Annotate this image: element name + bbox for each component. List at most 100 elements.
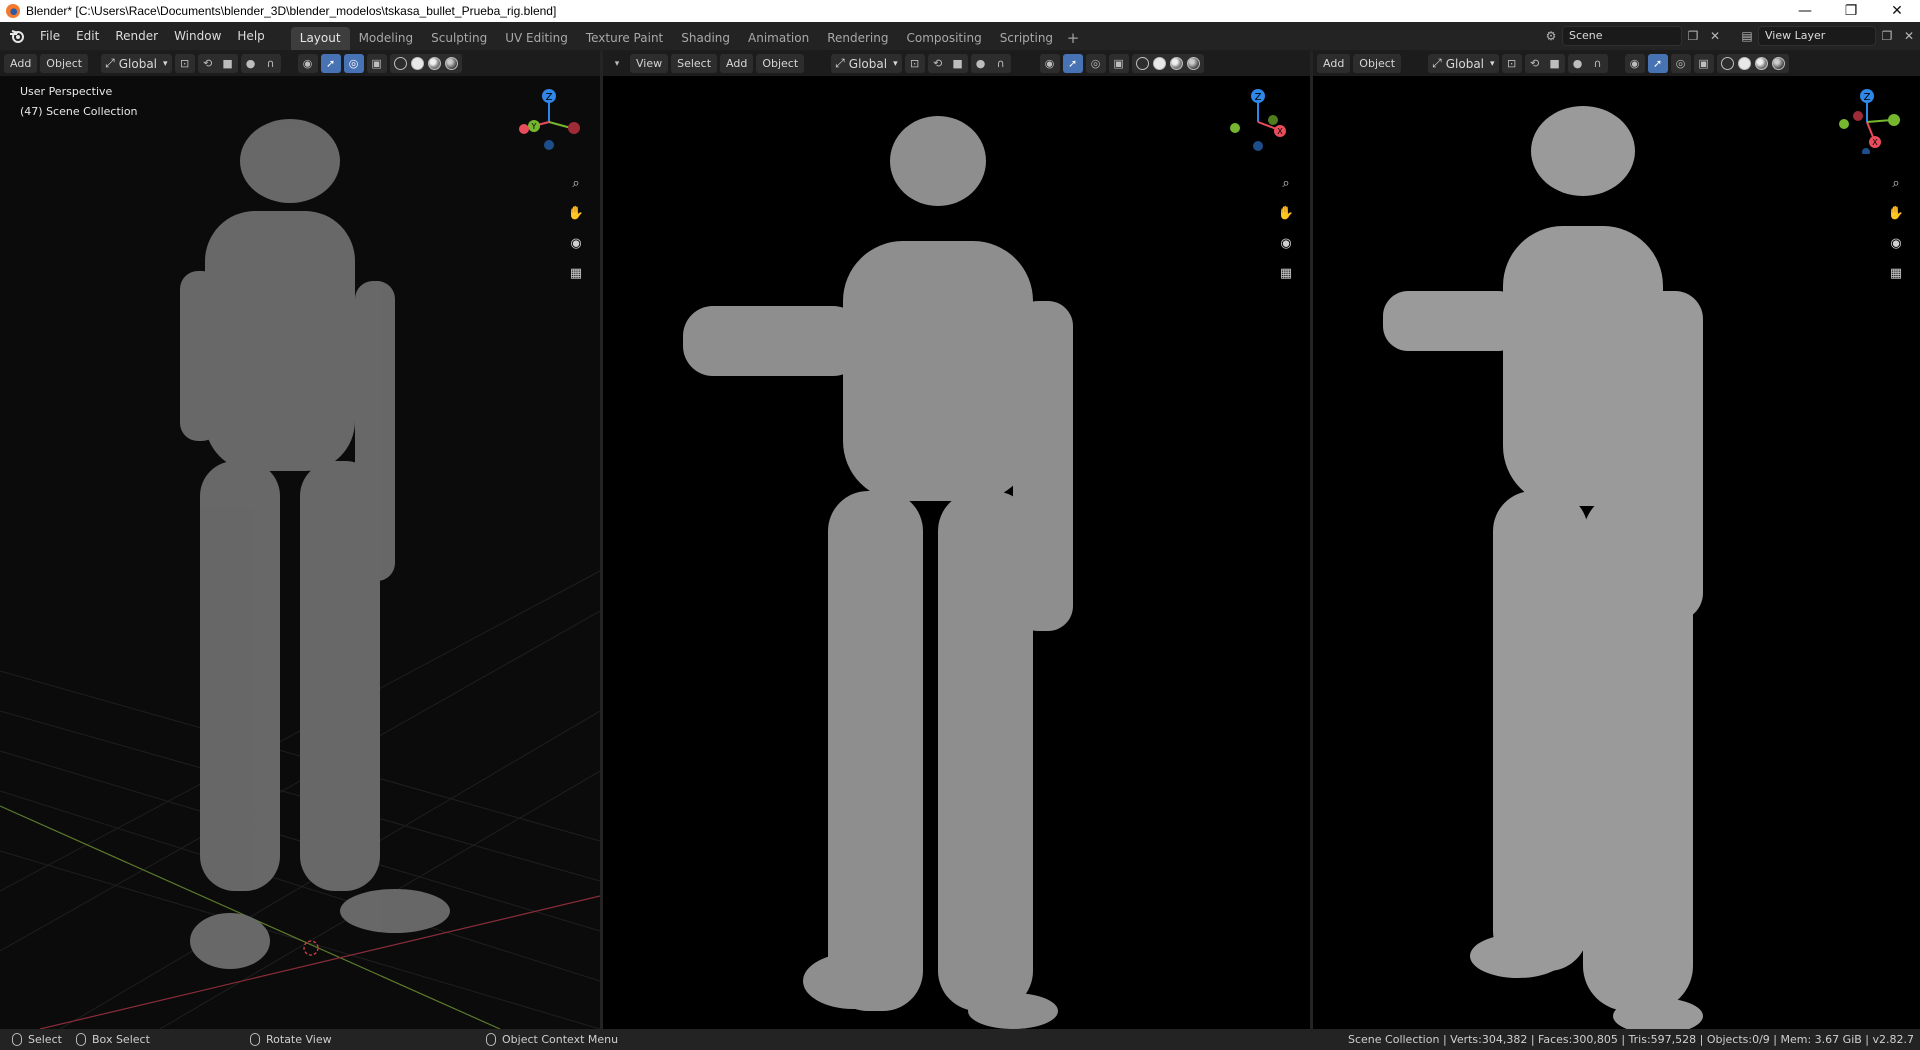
menu-file[interactable]: File <box>32 25 68 47</box>
rendered-shading-icon[interactable] <box>444 57 458 70</box>
falloff-icon[interactable]: ∩ <box>1588 54 1608 73</box>
maximize-button[interactable]: ❐ <box>1828 0 1874 22</box>
object-menu-button[interactable]: Object <box>40 54 89 73</box>
navigation-gizmo[interactable]: Z Y <box>514 84 584 154</box>
add-menu-button[interactable]: Add <box>4 54 38 73</box>
xray-icon[interactable]: ▣ <box>1109 54 1129 73</box>
delete-view-layer-icon[interactable]: ✕ <box>1898 26 1920 46</box>
object-menu-button[interactable]: Object <box>756 54 805 73</box>
view-menu-button[interactable]: View <box>630 54 669 73</box>
hand-icon[interactable]: ✋ <box>1884 201 1908 225</box>
snap-icon[interactable]: ⟲ <box>198 54 218 73</box>
solid-shading-icon[interactable] <box>410 57 424 70</box>
pivot-icon[interactable]: ⊡ <box>1502 54 1522 73</box>
scene-type-icon[interactable]: ⚙ <box>1540 26 1562 46</box>
orientation-dropdown[interactable]: ⤢ Global ▾ <box>831 54 902 73</box>
tab-rendering[interactable]: Rendering <box>818 27 897 50</box>
material-shading-icon[interactable] <box>427 57 441 70</box>
gizmo-toggle-icon[interactable]: ➚ <box>1647 54 1668 73</box>
tab-scripting[interactable]: Scripting <box>991 27 1062 50</box>
object-menu-button[interactable]: Object <box>1353 54 1402 73</box>
delete-scene-icon[interactable]: ✕ <box>1704 26 1726 46</box>
viewport-right[interactable]: Add Object ⤢ Global ▾ ⊡ ⟲ ■ ● ∩ ◉ ➚ ◎ ▣ Z … <box>1313 51 1920 1029</box>
tab-uv-editing[interactable]: UV Editing <box>496 27 577 50</box>
overlay-toggle-icon[interactable]: ◎ <box>343 54 364 73</box>
rendered-shading-icon[interactable] <box>1186 57 1200 70</box>
material-shading-icon[interactable] <box>1169 57 1183 70</box>
visibility-icon[interactable]: ◉ <box>1040 54 1060 73</box>
navigation-gizmo[interactable]: Z X <box>1832 84 1902 154</box>
status-box-select-label: Box Select <box>92 1033 150 1046</box>
rendered-shading-icon[interactable] <box>1771 57 1785 70</box>
scene-name-field[interactable]: Scene <box>1562 26 1682 46</box>
orientation-dropdown[interactable]: ⤢ Global ▾ <box>1428 54 1499 73</box>
pivot-icon[interactable]: ⊡ <box>905 54 925 73</box>
tab-texture-paint[interactable]: Texture Paint <box>577 27 672 50</box>
view-layer-field[interactable]: View Layer <box>1758 26 1876 46</box>
blender-logo-icon[interactable] <box>8 27 26 45</box>
grid-icon[interactable]: ▦ <box>564 261 588 285</box>
wireframe-shading-icon[interactable] <box>1135 57 1149 70</box>
overlay-toggle-icon[interactable]: ◎ <box>1086 54 1106 73</box>
new-view-layer-icon[interactable]: ❐ <box>1876 26 1898 46</box>
menu-help[interactable]: Help <box>229 25 272 47</box>
navigation-gizmo[interactable]: Z X <box>1223 84 1293 154</box>
close-button[interactable]: ✕ <box>1874 0 1920 22</box>
snap-target-icon[interactable]: ■ <box>218 54 238 73</box>
orientation-dropdown[interactable]: ⤢ Global ▾ <box>101 54 172 73</box>
falloff-icon[interactable]: ∩ <box>991 54 1011 73</box>
grid-icon[interactable]: ▦ <box>1884 261 1908 285</box>
tab-layout[interactable]: Layout <box>290 27 350 50</box>
zoom-icon[interactable]: ⌕ <box>1884 171 1908 195</box>
overlay-toggle-icon[interactable]: ◎ <box>1671 54 1691 73</box>
pivot-icon[interactable]: ⊡ <box>175 54 195 73</box>
hand-icon[interactable]: ✋ <box>564 201 588 225</box>
menu-render[interactable]: Render <box>107 25 166 47</box>
xray-icon[interactable]: ▣ <box>1694 54 1714 73</box>
wireframe-shading-icon[interactable] <box>393 57 407 70</box>
camera-icon[interactable]: ◉ <box>564 231 588 255</box>
falloff-icon[interactable]: ∩ <box>261 54 281 73</box>
zoom-icon[interactable]: ⌕ <box>564 171 588 195</box>
snap-target-icon[interactable]: ■ <box>948 54 968 73</box>
window-title: Blender* [C:\Users\Race\Documents\blende… <box>26 4 557 18</box>
tab-modeling[interactable]: Modeling <box>350 27 423 50</box>
snap-icon[interactable]: ⟲ <box>928 54 948 73</box>
tab-shading[interactable]: Shading <box>672 27 739 50</box>
proportional-edit-icon[interactable]: ● <box>241 54 261 73</box>
gizmo-toggle-icon[interactable]: ➚ <box>320 54 341 73</box>
tab-compositing[interactable]: Compositing <box>897 27 990 50</box>
menu-window[interactable]: Window <box>166 25 229 47</box>
viewport-center[interactable]: ▾ View Select Add Object ⤢ Global ▾ ⊡ ⟲ ■… <box>603 51 1310 1029</box>
visibility-icon[interactable]: ◉ <box>1625 54 1645 73</box>
chevron-down-icon[interactable]: ▾ <box>607 54 627 73</box>
add-menu-button[interactable]: Add <box>1317 54 1351 73</box>
new-scene-icon[interactable]: ❐ <box>1682 26 1704 46</box>
material-shading-icon[interactable] <box>1754 57 1768 70</box>
zoom-icon[interactable]: ⌕ <box>1274 171 1298 195</box>
solid-shading-icon[interactable] <box>1737 57 1751 70</box>
hand-icon[interactable]: ✋ <box>1274 201 1298 225</box>
xray-icon[interactable]: ▣ <box>367 54 387 73</box>
snap-target-icon[interactable]: ■ <box>1545 54 1565 73</box>
camera-icon[interactable]: ◉ <box>1274 231 1298 255</box>
select-menu-button[interactable]: Select <box>671 54 718 73</box>
minimize-button[interactable]: — <box>1782 0 1828 22</box>
gizmo-toggle-icon[interactable]: ➚ <box>1062 54 1083 73</box>
mouse-drag-icon <box>76 1033 86 1046</box>
grid-icon[interactable]: ▦ <box>1274 261 1298 285</box>
menu-edit[interactable]: Edit <box>68 25 107 47</box>
visibility-icon[interactable]: ◉ <box>298 54 318 73</box>
add-workspace-button[interactable]: + <box>1062 27 1084 50</box>
snap-icon[interactable]: ⟲ <box>1525 54 1545 73</box>
proportional-edit-icon[interactable]: ● <box>1568 54 1588 73</box>
tab-sculpting[interactable]: Sculpting <box>422 27 496 50</box>
add-menu-button[interactable]: Add <box>720 54 754 73</box>
solid-shading-icon[interactable] <box>1152 57 1166 70</box>
tab-animation[interactable]: Animation <box>739 27 818 50</box>
wireframe-shading-icon[interactable] <box>1720 57 1734 70</box>
viewport-left[interactable]: Add Object ⤢ Global ▾ ⊡ ⟲ ■ ● ∩ ◉ ➚ ◎ ▣ Us… <box>0 51 600 1029</box>
camera-icon[interactable]: ◉ <box>1884 231 1908 255</box>
view-layer-icon[interactable]: ▤ <box>1736 26 1758 46</box>
proportional-edit-icon[interactable]: ● <box>971 54 991 73</box>
